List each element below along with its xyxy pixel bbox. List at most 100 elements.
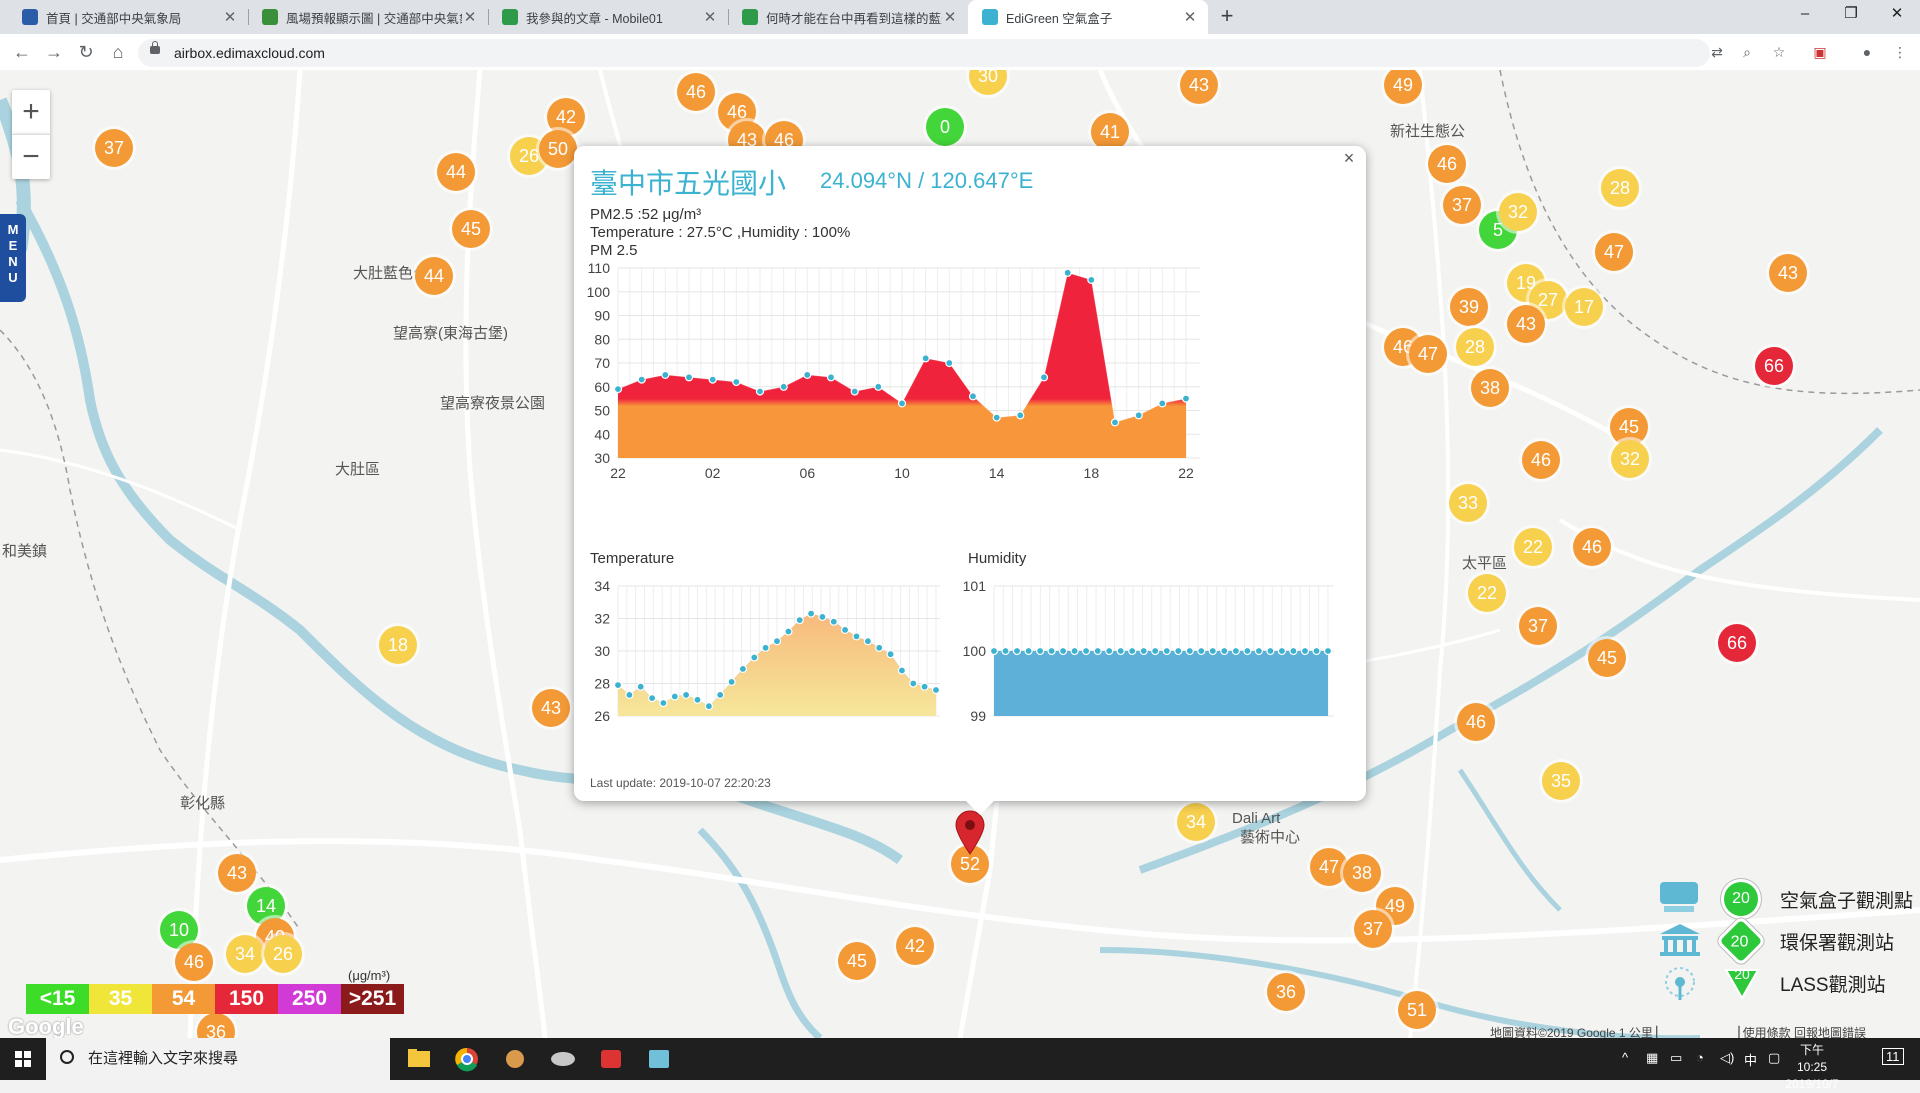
selected-station-pin-icon[interactable] <box>954 810 986 856</box>
station-marker[interactable]: 47 <box>1409 335 1447 373</box>
tab-close-icon[interactable]: ✕ <box>702 8 718 26</box>
zoom-out-button[interactable]: − <box>12 134 50 179</box>
station-marker[interactable]: 28 <box>1601 169 1639 207</box>
bookmark-star-icon[interactable]: ☆ <box>1769 42 1789 62</box>
station-marker[interactable]: 26 <box>264 935 302 973</box>
close-popup-button[interactable]: × <box>1338 148 1360 169</box>
map-attribution[interactable]: 地圖資料©2019 Google 1 公里 ▏▁▁▁▁▁▁▁▕ 使用條款 回報地… <box>1490 1024 1866 1038</box>
address-bar[interactable]: airbox.edimaxcloud.com <box>138 39 1710 67</box>
browser-tab[interactable]: 我參與的文章 - Mobile01 ✕ <box>488 0 728 34</box>
app-icon[interactable] <box>588 1038 634 1080</box>
tray-overflow-icon[interactable]: ^ <box>1622 1050 1628 1065</box>
data-point <box>863 637 872 646</box>
zoom-in-button[interactable]: + <box>12 90 50 134</box>
station-marker[interactable]: 46 <box>677 73 715 111</box>
station-marker[interactable]: 32 <box>1611 440 1649 478</box>
station-marker[interactable]: 42 <box>896 927 934 965</box>
app-icon[interactable] <box>636 1038 682 1080</box>
close-window-button[interactable]: ✕ <box>1874 0 1920 30</box>
app-icon[interactable] <box>540 1038 586 1080</box>
station-marker[interactable]: 44 <box>415 257 453 295</box>
station-marker[interactable]: 46 <box>1457 703 1495 741</box>
map-canvas[interactable]: 大肚藍色公路 望高寮(東海古堡) 望高寮夜景公園 大肚區 和美鎮 太平區 新社生態公 Dali… <box>0 70 1920 1038</box>
station-marker[interactable]: 37 <box>1354 910 1392 948</box>
windows-start-icon[interactable] <box>0 1038 46 1080</box>
browser-tab[interactable]: 風場預報顯示圖 | 交通部中央氣象 ✕ <box>248 0 488 34</box>
taskbar-search-box[interactable]: 在這裡輸入文字來搜尋 <box>46 1038 390 1080</box>
browser-tab[interactable]: 何時才能在台中再看到這樣的藍天 ✕ <box>728 0 968 34</box>
station-marker[interactable]: 43 <box>1769 254 1807 292</box>
station-marker[interactable]: 39 <box>1450 288 1488 326</box>
station-marker[interactable]: 36 <box>1267 973 1305 1011</box>
station-marker[interactable]: 37 <box>95 129 133 167</box>
new-tab-button[interactable]: + <box>1214 4 1240 30</box>
station-marker[interactable]: 38 <box>1343 854 1381 892</box>
station-marker[interactable]: 51 <box>1398 991 1436 1029</box>
browser-tab[interactable]: 首頁 | 交通部中央氣象局 ✕ <box>8 0 248 34</box>
station-marker[interactable]: 47 <box>1310 848 1348 886</box>
translate-icon[interactable]: ⇄ <box>1707 42 1727 62</box>
back-icon[interactable]: ← <box>8 38 36 66</box>
station-marker[interactable]: 28 <box>1456 328 1494 366</box>
menu-kebab-icon[interactable]: ⋮ <box>1890 42 1910 62</box>
station-marker[interactable]: 45 <box>452 210 490 248</box>
minimize-button[interactable]: – <box>1782 0 1828 30</box>
notification-center-icon[interactable]: 11 <box>1882 1048 1904 1065</box>
tab-close-icon[interactable]: ✕ <box>1182 8 1198 26</box>
station-marker[interactable]: 66 <box>1755 347 1793 385</box>
station-marker[interactable]: 22 <box>1514 528 1552 566</box>
x-tick-label: 22 <box>1178 465 1194 481</box>
station-marker[interactable]: 18 <box>379 626 417 664</box>
restore-button[interactable]: ❐ <box>1828 0 1874 30</box>
extension-icon[interactable]: ▣ <box>1810 42 1830 62</box>
station-marker[interactable]: 44 <box>437 153 475 191</box>
app-icon[interactable] <box>492 1038 538 1080</box>
station-marker[interactable]: 33 <box>1449 484 1487 522</box>
station-marker[interactable]: 34 <box>226 935 264 973</box>
station-marker[interactable]: 43 <box>218 854 256 892</box>
station-marker[interactable]: 47 <box>1595 233 1633 271</box>
tab-close-icon[interactable]: ✕ <box>462 8 478 26</box>
forward-icon[interactable]: → <box>40 38 68 66</box>
ime-indicator[interactable]: 中 <box>1744 1050 1757 1069</box>
data-point <box>921 354 930 363</box>
station-marker[interactable]: 46 <box>1573 528 1611 566</box>
data-point <box>1063 268 1072 277</box>
station-marker[interactable]: 38 <box>1471 369 1509 407</box>
menu-tab[interactable]: MENU <box>0 214 26 302</box>
reload-icon[interactable]: ↻ <box>72 38 100 66</box>
station-marker[interactable]: 45 <box>1588 639 1626 677</box>
station-marker[interactable]: 0 <box>926 108 964 146</box>
url-text[interactable]: airbox.edimaxcloud.com <box>174 39 325 67</box>
profile-icon[interactable]: ● <box>1857 42 1877 62</box>
station-marker[interactable]: 32 <box>1499 193 1537 231</box>
station-marker[interactable]: 46 <box>1522 441 1560 479</box>
network-icon[interactable]: ▦ <box>1646 1050 1658 1066</box>
station-marker[interactable]: 50 <box>539 130 577 168</box>
station-marker[interactable]: 34 <box>1177 803 1215 841</box>
station-marker[interactable]: 46 <box>175 943 213 981</box>
station-marker[interactable]: 17 <box>1565 288 1603 326</box>
zoom-icon[interactable]: ⌕ <box>1737 42 1757 62</box>
data-point <box>852 632 861 641</box>
file-explorer-icon[interactable] <box>396 1038 442 1080</box>
wifi-icon[interactable]: ◔ <box>1696 1050 1704 1065</box>
station-marker[interactable]: 66 <box>1718 624 1756 662</box>
station-marker[interactable]: 43 <box>532 689 570 727</box>
chrome-icon[interactable] <box>444 1038 490 1080</box>
station-marker[interactable]: 37 <box>1519 607 1557 645</box>
station-marker[interactable]: 45 <box>838 942 876 980</box>
taskbar-clock[interactable]: 下午 10:25 2019/10/7 <box>1784 1042 1840 1093</box>
station-marker[interactable]: 46 <box>1428 145 1466 183</box>
station-marker[interactable]: 35 <box>1542 762 1580 800</box>
station-marker[interactable]: 22 <box>1468 574 1506 612</box>
tab-close-icon[interactable]: ✕ <box>942 8 958 26</box>
browser-tab[interactable]: EdiGreen 空氣盒子 ✕ <box>968 0 1208 34</box>
station-marker[interactable]: 43 <box>1507 305 1545 343</box>
keyboard-icon[interactable]: ▢ <box>1768 1050 1780 1066</box>
station-marker[interactable]: 37 <box>1443 186 1481 224</box>
tab-close-icon[interactable]: ✕ <box>222 8 238 26</box>
home-icon[interactable]: ⌂ <box>104 38 132 66</box>
battery-icon[interactable]: ▭ <box>1670 1050 1682 1066</box>
volume-icon[interactable]: ◁) <box>1720 1050 1734 1066</box>
